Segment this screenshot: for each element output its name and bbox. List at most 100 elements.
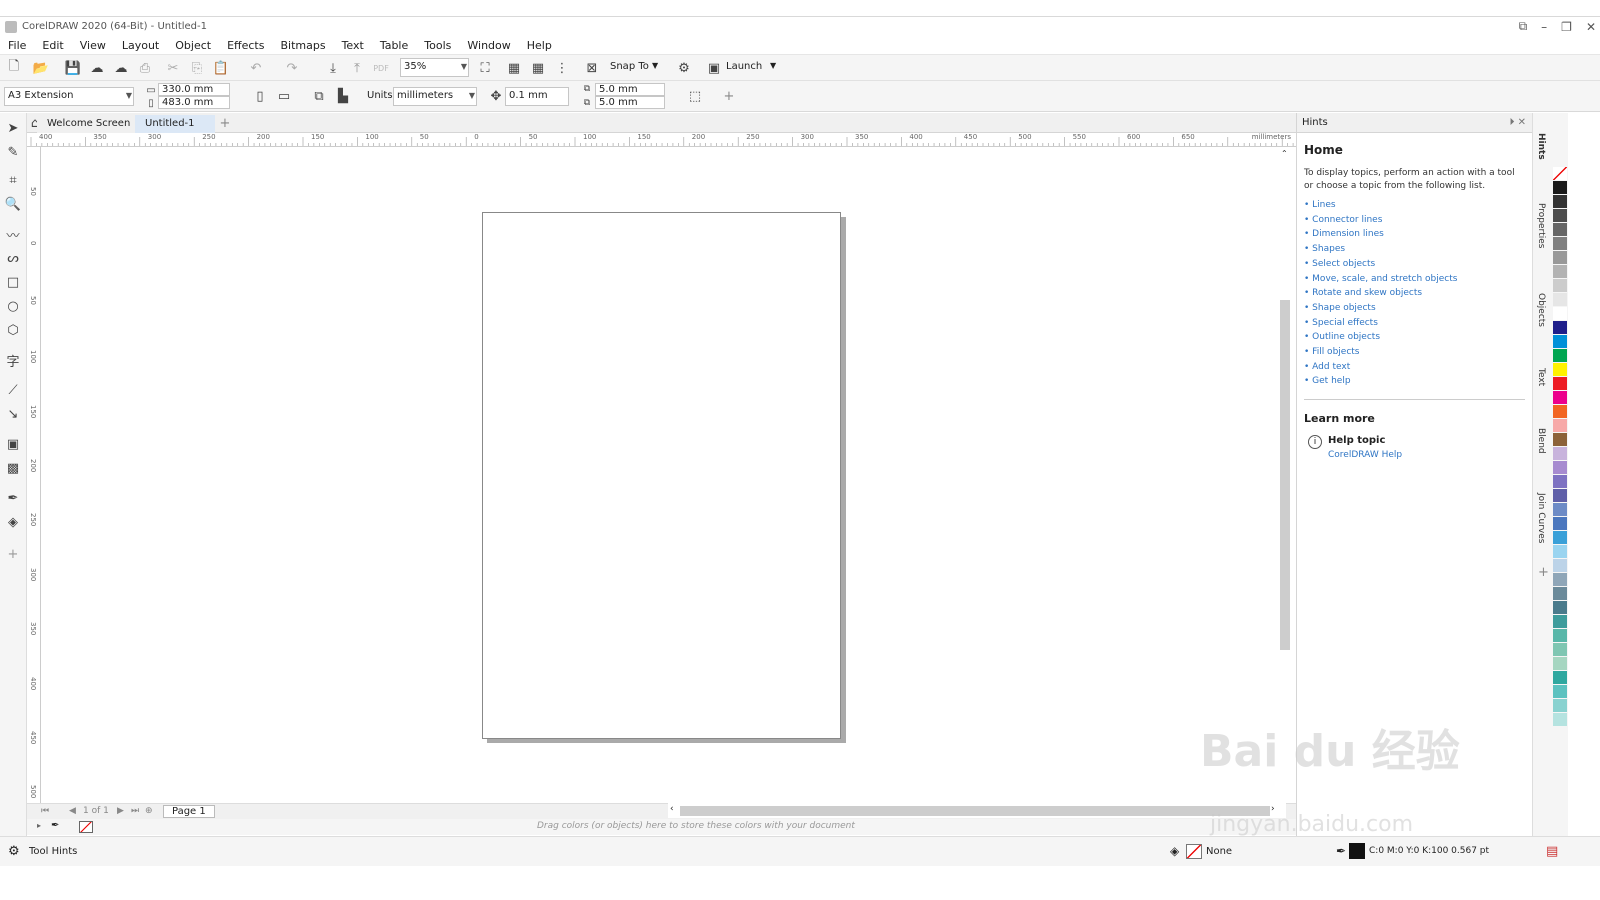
outline-swatch[interactable]	[1349, 843, 1365, 859]
cut-icon[interactable]: ✂	[164, 59, 182, 77]
maximize-button[interactable]: ❐	[1561, 20, 1572, 34]
hint-link-dimension-lines[interactable]: Dimension lines	[1304, 227, 1525, 242]
prev-page-icon[interactable]: ◀	[69, 806, 76, 816]
next-page-icon[interactable]: ▶	[117, 806, 124, 816]
duplicate-y-field[interactable]: 5.0 mm	[595, 96, 665, 109]
launch-button[interactable]: Launch	[726, 61, 762, 72]
menu-effects[interactable]: Effects	[227, 39, 264, 52]
side-tab-objects[interactable]: Objects	[1536, 293, 1546, 327]
launch-icon[interactable]: ▣	[705, 59, 723, 77]
palette-swatch[interactable]	[1553, 573, 1567, 586]
palette-swatch[interactable]	[1553, 517, 1567, 530]
palette-swatch[interactable]	[1553, 433, 1567, 446]
menu-object[interactable]: Object	[175, 39, 211, 52]
menu-view[interactable]: View	[80, 39, 106, 52]
portrait-icon[interactable]: ▯	[252, 87, 268, 105]
current-page-icon[interactable]: ▙	[334, 87, 352, 105]
scroll-left-icon[interactable]: ‹	[670, 804, 674, 814]
menu-layout[interactable]: Layout	[122, 39, 159, 52]
import-icon[interactable]: ⤓	[324, 59, 342, 77]
horizontal-scrollbar[interactable]: ‹ ›	[668, 803, 1286, 818]
artistic-media-icon[interactable]: ᔕ	[4, 249, 22, 267]
eyedropper-icon[interactable]: ✒	[51, 820, 59, 831]
palette-swatch[interactable]	[1553, 265, 1567, 278]
side-tab-text[interactable]: Text	[1536, 368, 1546, 386]
restore-docker-icon[interactable]: ⧉	[1519, 19, 1528, 34]
full-screen-icon[interactable]: ⛶	[476, 59, 494, 77]
palette-swatch[interactable]	[1553, 237, 1567, 250]
page-width-field[interactable]: 330.0 mm	[158, 83, 230, 96]
horizontal-scroll-thumb[interactable]	[680, 806, 1270, 816]
palette-swatch[interactable]	[1553, 643, 1567, 656]
grid-icon[interactable]: ▦	[529, 59, 547, 77]
palette-swatch[interactable]	[1553, 461, 1567, 474]
chevron-down-icon[interactable]: ▼	[126, 88, 132, 104]
palette-swatch[interactable]	[1553, 223, 1567, 236]
menu-bitmaps[interactable]: Bitmaps	[280, 39, 325, 52]
palette-swatch[interactable]	[1553, 251, 1567, 264]
palette-swatch[interactable]	[1553, 321, 1567, 334]
palette-swatch[interactable]	[1553, 391, 1567, 404]
menu-table[interactable]: Table	[380, 39, 408, 52]
no-color-swatch[interactable]	[79, 821, 93, 833]
paste-icon[interactable]: 📋	[212, 59, 230, 77]
crop-tool-icon[interactable]: ⌗	[4, 171, 22, 189]
page-border-icon[interactable]: ⬚	[686, 87, 704, 105]
palette-swatch[interactable]	[1553, 559, 1567, 572]
undo-icon[interactable]: ↶	[244, 59, 268, 77]
add-docker-icon[interactable]: +	[1538, 565, 1549, 580]
menu-text[interactable]: Text	[342, 39, 364, 52]
vertical-scrollbar[interactable]: ⌃	[1278, 147, 1291, 807]
snap-to-button[interactable]: Snap To	[610, 61, 649, 72]
scroll-up-icon[interactable]: ⌃	[1281, 149, 1288, 158]
palette-swatch[interactable]	[1553, 629, 1567, 642]
landscape-icon[interactable]: ▭	[276, 87, 292, 105]
palette-swatch[interactable]	[1553, 195, 1567, 208]
hint-link-shape-objects[interactable]: Shape objects	[1304, 301, 1525, 316]
menu-tools[interactable]: Tools	[424, 39, 451, 52]
cloud-download-icon[interactable]: ☁	[112, 59, 130, 77]
polygon-tool-icon[interactable]: ⬡	[4, 321, 22, 339]
palette-swatch[interactable]	[1553, 419, 1567, 432]
vertical-scroll-thumb[interactable]	[1280, 300, 1290, 650]
palette-swatch[interactable]	[1553, 615, 1567, 628]
side-tab-hints[interactable]: Hints	[1536, 133, 1546, 160]
palette-swatch[interactable]	[1553, 699, 1567, 712]
hint-link-move-scale-stretch[interactable]: Move, scale, and stretch objects	[1304, 272, 1525, 287]
pick-tool-icon[interactable]: ➤	[4, 119, 22, 137]
transparency-icon[interactable]: ▩	[4, 459, 22, 477]
snap-off-icon[interactable]: ⊠	[583, 59, 601, 77]
menu-edit[interactable]: Edit	[42, 39, 63, 52]
palette-swatch[interactable]	[1553, 545, 1567, 558]
shape-tool-icon[interactable]: ✎	[4, 143, 22, 161]
chevron-down-icon[interactable]: ▼	[469, 88, 475, 104]
rectangle-tool-icon[interactable]: □	[4, 273, 22, 291]
side-tab-properties[interactable]: Properties	[1536, 203, 1546, 248]
minimize-button[interactable]: –	[1541, 20, 1547, 34]
last-page-icon[interactable]: ⏭	[131, 806, 139, 816]
palette-swatch[interactable]	[1553, 657, 1567, 670]
zoom-tool-icon[interactable]: 🔍	[4, 195, 22, 213]
document-page[interactable]	[482, 212, 841, 739]
palette-swatch[interactable]	[1553, 307, 1567, 320]
drop-shadow-icon[interactable]: ▣	[4, 435, 22, 453]
palette-swatch[interactable]	[1553, 685, 1567, 698]
text-tool-icon[interactable]: 字	[4, 351, 22, 370]
hint-link-shapes[interactable]: Shapes	[1304, 242, 1525, 257]
hint-link-rotate-skew[interactable]: Rotate and skew objects	[1304, 286, 1525, 301]
chevron-down-icon[interactable]: ▼	[652, 61, 658, 70]
pdf-icon[interactable]: PDF	[372, 59, 390, 77]
print-icon[interactable]: ⎙	[136, 59, 154, 77]
palette-swatch[interactable]	[1553, 531, 1567, 544]
new-tab-icon[interactable]: +	[217, 115, 233, 131]
menu-window[interactable]: Window	[467, 39, 510, 52]
gear-icon[interactable]: ⚙	[8, 844, 20, 859]
chevron-down-icon[interactable]: ▼	[461, 59, 467, 75]
rulers-icon[interactable]: ▦	[505, 59, 523, 77]
connector-tool-icon[interactable]: ↘	[4, 405, 22, 423]
outline-pen-icon[interactable]: ✒	[1336, 844, 1346, 858]
ellipse-tool-icon[interactable]: ○	[4, 297, 22, 315]
fill-icon[interactable]: ◈	[1170, 844, 1179, 858]
palette-swatch[interactable]	[1553, 587, 1567, 600]
palette-swatch[interactable]	[1553, 447, 1567, 460]
